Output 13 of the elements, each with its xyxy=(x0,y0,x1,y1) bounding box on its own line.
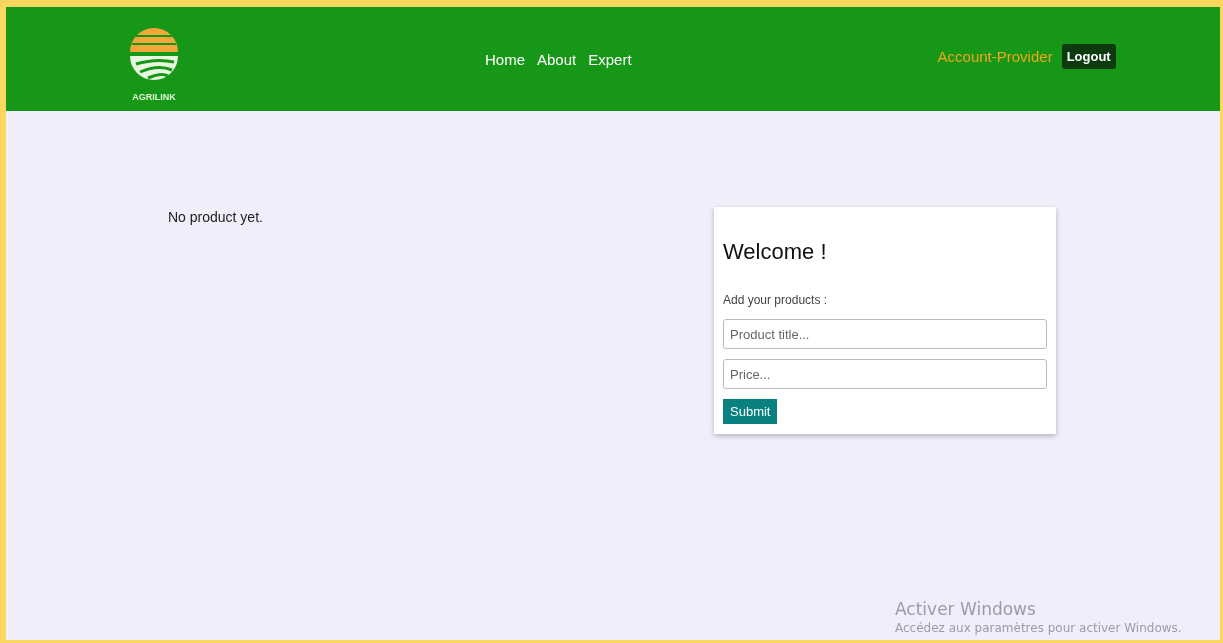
activation-message: Accédez aux paramètres pour activer Windows. xyxy=(895,621,1182,636)
nav-link[interactable]: Home xyxy=(485,50,525,68)
card-title: Welcome ! xyxy=(723,239,828,265)
logout-button[interactable]: Logout xyxy=(1061,43,1116,69)
nav-link[interactable]: Expert xyxy=(588,50,632,68)
nav-link[interactable]: About xyxy=(537,50,577,68)
form-label: Add your products : xyxy=(723,293,829,307)
input-field[interactable]: Price... xyxy=(723,359,1047,389)
logo-text: AGRILINK xyxy=(132,92,176,102)
input-field[interactable]: Product title... xyxy=(723,319,1047,349)
submit-button[interactable]: Submit xyxy=(723,399,778,424)
activation-title: Activer Windows xyxy=(895,599,1037,619)
empty-message: No product yet. xyxy=(168,209,264,227)
